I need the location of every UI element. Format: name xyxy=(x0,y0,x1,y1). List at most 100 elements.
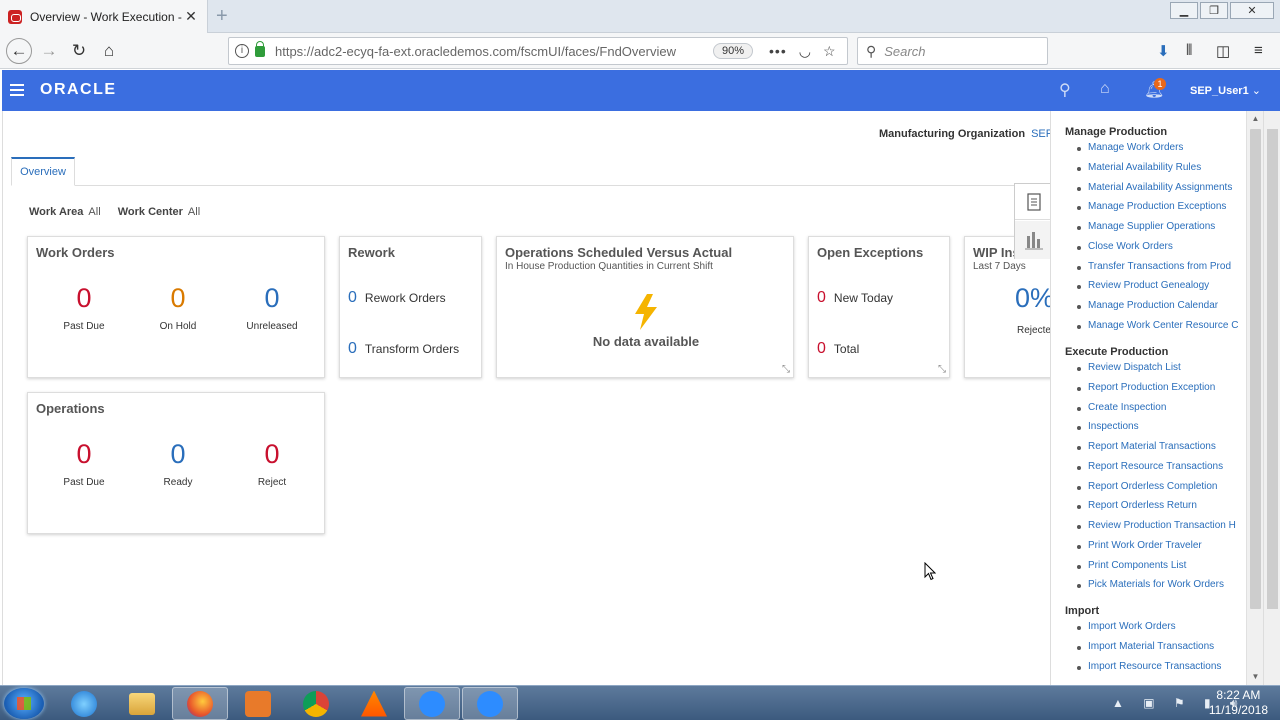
taskbar-chrome[interactable] xyxy=(288,687,344,720)
task-link[interactable]: Review Dispatch List xyxy=(1075,362,1238,382)
execute-production-list: Review Dispatch List Report Production E… xyxy=(1075,362,1238,599)
window-close-icon[interactable]: ✕ xyxy=(1230,2,1274,19)
task-link[interactable]: Print Components List xyxy=(1075,560,1238,580)
scroll-down-icon[interactable]: ▼ xyxy=(1247,669,1264,685)
windows-taskbar: ▲ ▣ ⚑ ▮ 🔊︎ 8:22 AM 11/19/2018 xyxy=(0,685,1280,720)
pocket-icon[interactable]: ◡ xyxy=(799,43,811,60)
task-link[interactable]: Close Work Orders xyxy=(1075,241,1238,261)
task-link[interactable]: Inspections xyxy=(1075,421,1238,441)
operations-ready[interactable]: 0 Ready xyxy=(138,439,218,488)
new-today-row[interactable]: 0 New Today xyxy=(817,289,893,307)
browser-menu-icon[interactable]: ≡ xyxy=(1254,42,1263,59)
wip-subtitle: Last 7 Days xyxy=(973,261,1026,272)
new-tab-icon[interactable]: + xyxy=(216,5,228,28)
work-orders-past-due-count: 0 xyxy=(76,283,92,313)
close-tab-icon[interactable]: ✕ xyxy=(183,8,199,25)
library-icon[interactable]: ⫴ xyxy=(1186,42,1192,59)
operations-past-due[interactable]: 0 Past Due xyxy=(44,439,124,488)
task-link[interactable]: Import Resource Transactions xyxy=(1075,661,1238,681)
open-exceptions-card[interactable]: Open Exceptions 0 New Today 0 Total ⤡ xyxy=(808,236,950,378)
home-icon[interactable]: ⌂ xyxy=(96,38,122,64)
page-scroll-thumb[interactable] xyxy=(1267,129,1278,609)
search-icon: ⚲ xyxy=(866,42,877,59)
expand-icon[interactable]: ⤡ xyxy=(782,364,790,375)
taskbar-zoom-2[interactable] xyxy=(462,687,518,720)
rework-card[interactable]: Rework 0 Rework Orders 0 Transform Orders xyxy=(339,236,482,378)
rework-orders-row[interactable]: 0 Rework Orders xyxy=(348,289,446,307)
work-orders-card[interactable]: Work Orders 0 Past Due 0 On Hold 0 Unrel… xyxy=(27,236,325,378)
task-link[interactable]: Import Material Transactions xyxy=(1075,641,1238,661)
home-page-icon[interactable]: ⌂ xyxy=(1100,80,1110,98)
task-link[interactable]: Manage Work Center Resource C xyxy=(1075,320,1238,340)
tasks-panel-button[interactable] xyxy=(1015,184,1050,220)
task-link[interactable]: Manage Supplier Operations xyxy=(1075,221,1238,241)
sidebar-toggle-icon[interactable]: ◫ xyxy=(1216,42,1230,60)
clock-date: 11/19/2018 xyxy=(1208,703,1268,717)
task-link[interactable]: Print Work Order Traveler xyxy=(1075,540,1238,560)
task-link[interactable]: Manage Production Calendar xyxy=(1075,300,1238,320)
task-link[interactable]: Material Availability Rules xyxy=(1075,162,1238,182)
tab-overview[interactable]: Overview xyxy=(11,157,75,186)
system-clock[interactable]: 8:22 AM 11/19/2018 xyxy=(1209,688,1268,718)
expand-icon[interactable]: ⤡ xyxy=(938,364,946,375)
browser-search-field[interactable]: ⚲ Search xyxy=(857,37,1048,65)
taskbar-explorer[interactable] xyxy=(114,687,170,720)
url-text[interactable]: https://adc2-ecyq-fa-ext.oracledemos.com… xyxy=(275,44,705,59)
tasks-panel-scrollbar[interactable]: ▲ ▼ xyxy=(1246,111,1263,685)
restore-icon[interactable]: ❐ xyxy=(1200,2,1228,19)
navigator-menu-icon[interactable] xyxy=(10,84,24,96)
task-link[interactable]: Material Availability Assignments xyxy=(1075,182,1238,202)
scroll-up-icon[interactable]: ▲ xyxy=(1247,111,1264,127)
operations-scheduled-card[interactable]: Operations Scheduled Versus Actual In Ho… xyxy=(496,236,794,378)
taskbar-zoom-1[interactable] xyxy=(404,687,460,720)
task-link[interactable]: Review Production Transaction H xyxy=(1075,520,1238,540)
work-orders-on-hold[interactable]: 0 On Hold xyxy=(138,283,218,332)
scroll-thumb[interactable] xyxy=(1250,129,1261,609)
task-link[interactable]: Report Resource Transactions xyxy=(1075,461,1238,481)
taskbar-ie[interactable] xyxy=(56,687,112,720)
taskbar-vlc[interactable] xyxy=(346,687,402,720)
page-actions-icon[interactable]: ••• xyxy=(769,43,787,59)
task-link[interactable]: Review Product Genealogy xyxy=(1075,280,1238,300)
task-link[interactable]: Report Production Exception xyxy=(1075,382,1238,402)
reload-icon[interactable]: ↻ xyxy=(66,38,92,64)
work-area-value[interactable]: All xyxy=(88,206,100,218)
user-menu[interactable]: SEP_User1 ⌄ xyxy=(1190,84,1261,97)
task-link[interactable]: Transfer Transactions from Prod xyxy=(1075,261,1238,281)
task-link[interactable]: Manage Work Orders xyxy=(1075,142,1238,162)
task-link[interactable]: Create Inspection xyxy=(1075,402,1238,422)
start-button[interactable] xyxy=(4,688,44,719)
downloads-icon[interactable]: ⬇ xyxy=(1157,42,1170,60)
task-link[interactable]: Report Material Transactions xyxy=(1075,441,1238,461)
zoom-level[interactable]: 90% xyxy=(713,43,754,59)
page-scrollbar[interactable] xyxy=(1263,111,1280,685)
work-center-value[interactable]: All xyxy=(188,206,200,218)
minimize-icon[interactable]: ▁ xyxy=(1170,2,1198,19)
task-link[interactable]: Pick Materials for Work Orders xyxy=(1075,579,1238,599)
total-count: 0 xyxy=(817,340,826,357)
operations-scheduled-subtitle: In House Production Quantities in Curren… xyxy=(505,261,713,272)
work-orders-past-due[interactable]: 0 Past Due xyxy=(44,283,124,332)
transform-orders-row[interactable]: 0 Transform Orders xyxy=(348,340,459,358)
task-link[interactable]: Import Work Orders xyxy=(1075,621,1238,641)
forward-icon[interactable]: → xyxy=(36,38,62,64)
taskbar-firefox[interactable] xyxy=(172,687,228,720)
wip-rejected-label: Rejecte xyxy=(1017,325,1050,336)
back-icon[interactable]: ← xyxy=(6,38,32,64)
total-row[interactable]: 0 Total xyxy=(817,340,859,358)
task-link[interactable]: Report Orderless Return xyxy=(1075,500,1238,520)
browser-tab[interactable]: Overview - Work Execution - O ✕ xyxy=(0,0,208,33)
operations-card[interactable]: Operations 0 Past Due 0 Ready 0 Reject xyxy=(27,392,325,534)
info-icon[interactable]: i xyxy=(235,44,249,58)
operations-reject[interactable]: 0 Reject xyxy=(232,439,312,488)
taskbar-media[interactable] xyxy=(230,687,286,720)
task-link[interactable]: Manage Production Exceptions xyxy=(1075,201,1238,221)
analytics-panel-button[interactable] xyxy=(1015,221,1050,259)
bookmark-star-icon[interactable]: ☆ xyxy=(823,43,836,60)
task-link[interactable]: Report Orderless Completion xyxy=(1075,481,1238,501)
global-search-icon[interactable]: ⚲ xyxy=(1059,80,1071,100)
mfg-org-label: Manufacturing Organization xyxy=(879,128,1026,140)
mfg-org-link[interactable]: SEP_ xyxy=(1031,128,1050,140)
url-bar[interactable]: i https://adc2-ecyq-fa-ext.oracledemos.c… xyxy=(228,37,848,65)
work-orders-unreleased[interactable]: 0 Unreleased xyxy=(232,283,312,332)
